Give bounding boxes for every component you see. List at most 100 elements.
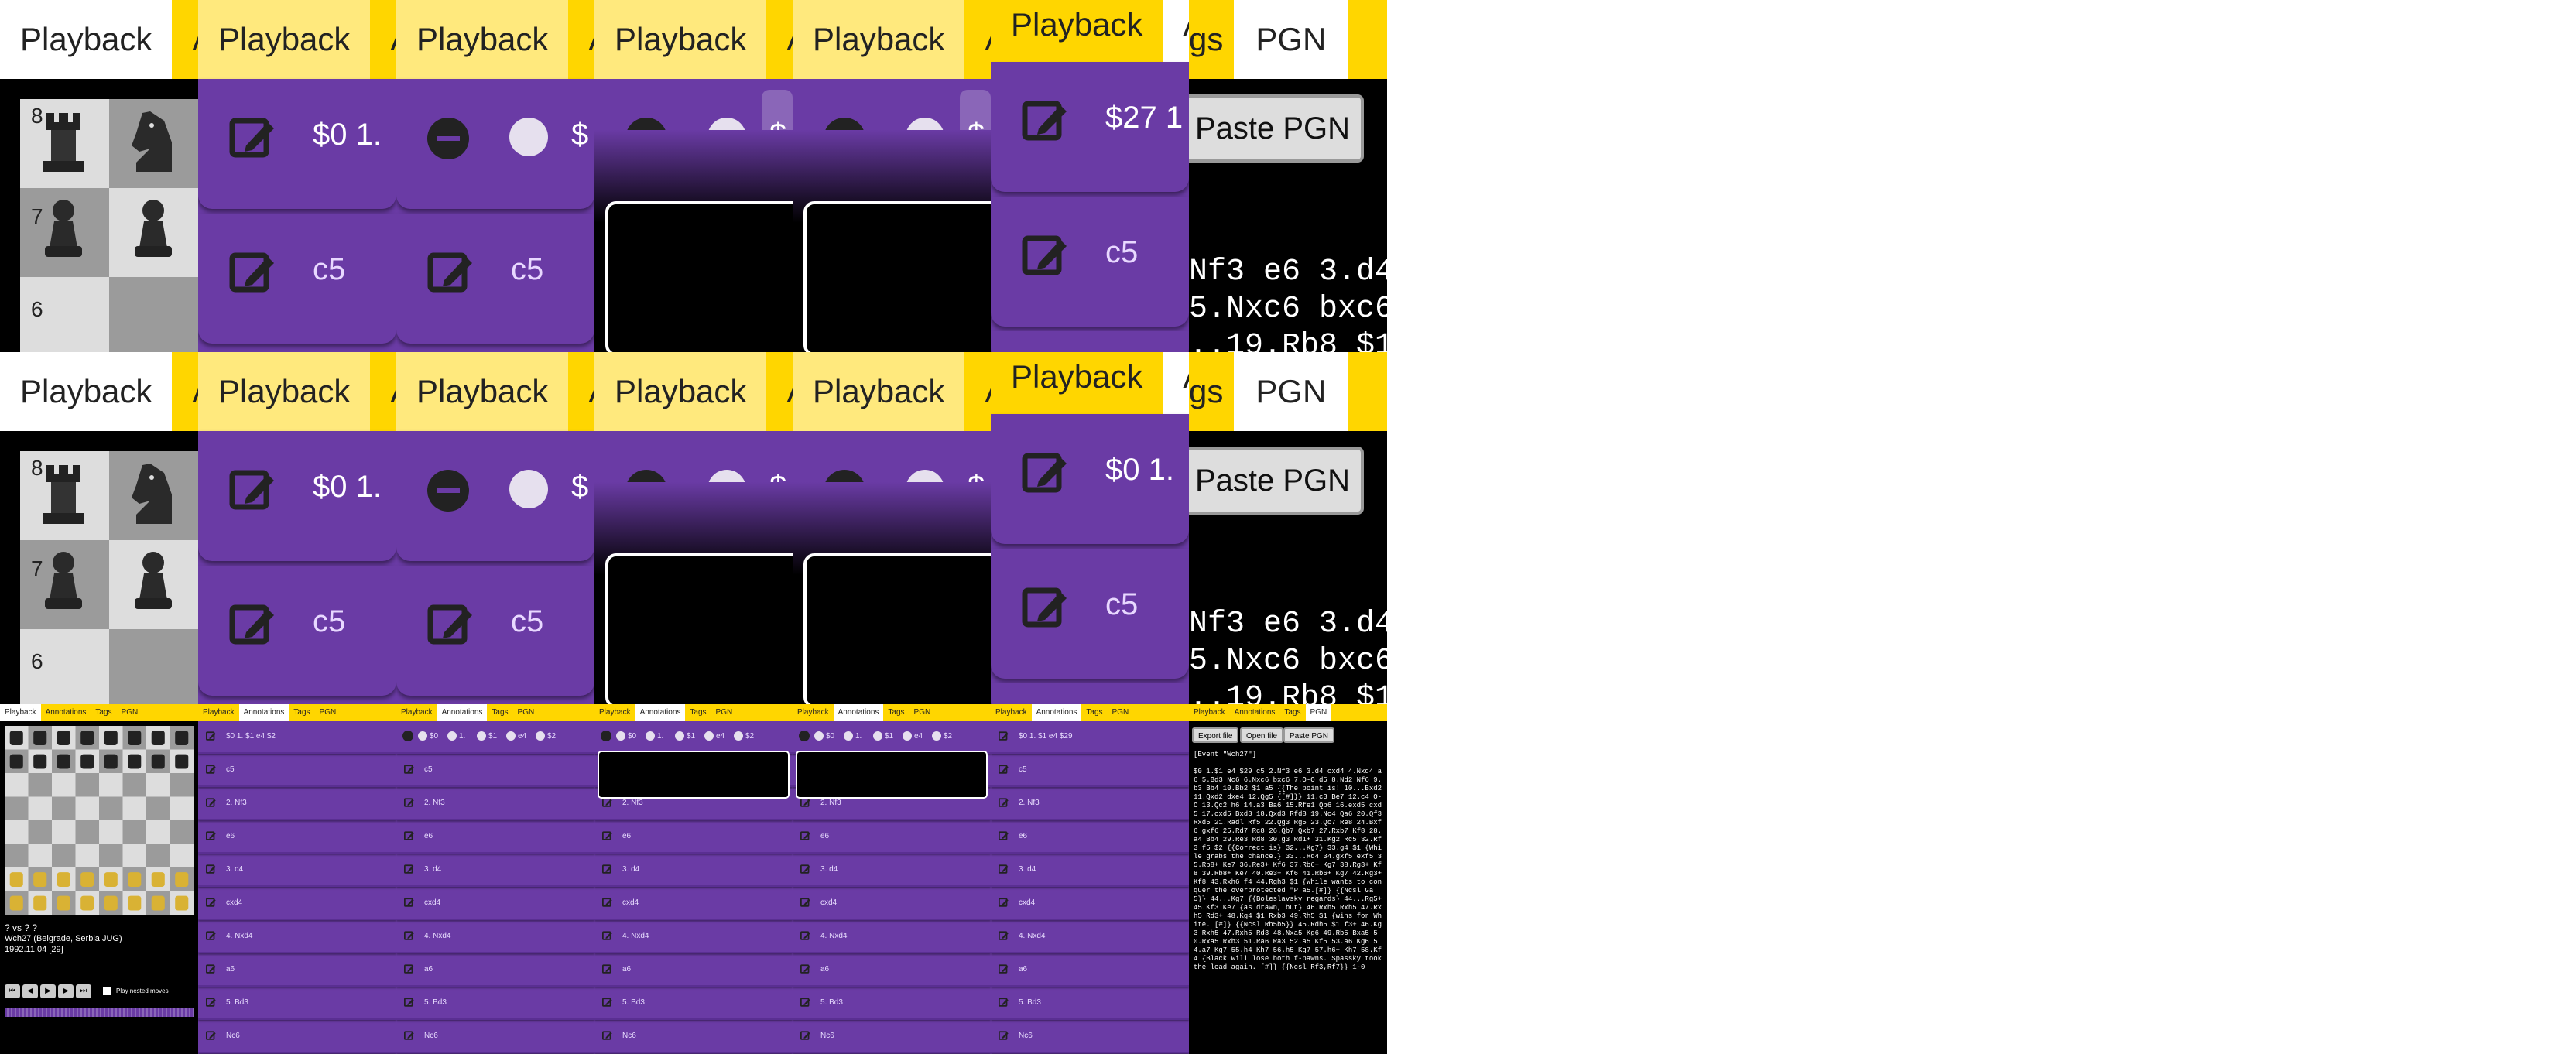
board-square[interactable]	[75, 773, 100, 797]
paste-pgn-button[interactable]: Paste PGN	[1189, 447, 1364, 515]
edit-icon[interactable]	[800, 997, 811, 1008]
first-move-icon[interactable]: ⏮	[5, 984, 20, 998]
edit-icon[interactable]	[206, 930, 217, 941]
next-move-icon[interactable]: ▶	[58, 984, 74, 998]
tab-annotations[interactable]: A	[1163, 352, 1189, 414]
board-square[interactable]	[170, 820, 194, 844]
tab-playback[interactable]: Playback	[594, 0, 767, 79]
annotation-row[interactable]: 3. d4	[594, 854, 793, 887]
edit-icon[interactable]	[404, 864, 415, 874]
tab-playback[interactable]: Playback	[396, 352, 569, 431]
edit-icon[interactable]	[206, 764, 217, 775]
board-square[interactable]	[99, 844, 123, 868]
board-square[interactable]	[146, 844, 170, 868]
chess-piece-icon[interactable]	[128, 731, 142, 746]
remove-icon[interactable]	[427, 118, 469, 159]
radio-knob[interactable]	[903, 731, 912, 741]
edit-icon[interactable]	[1022, 231, 1071, 280]
annotation-row[interactable]: 5. Bd3	[793, 987, 991, 1020]
radio-knob[interactable]	[616, 731, 625, 741]
edit-icon[interactable]	[800, 963, 811, 974]
edit-icon[interactable]	[404, 830, 415, 841]
board-square[interactable]	[146, 796, 170, 821]
annotation-row[interactable]: $0 1. $1 e4 $29	[991, 721, 1189, 754]
tab-playback[interactable]: Playback	[198, 704, 239, 721]
annotation-row[interactable]: cxd4	[991, 888, 1189, 920]
annotation-bar-row[interactable]: $	[396, 431, 594, 561]
tab-playback[interactable]: Playback	[198, 352, 371, 431]
paste-pgn-button[interactable]: Paste PGN	[1189, 94, 1364, 163]
edit-icon[interactable]	[206, 963, 217, 974]
tab-pgn[interactable]: PGN	[117, 704, 143, 721]
tab-tags[interactable]: gs	[1189, 0, 1234, 79]
chess-piece-icon[interactable]	[9, 731, 23, 746]
annotation-row[interactable]: 4. Nxd4	[793, 921, 991, 953]
board-square[interactable]	[5, 844, 29, 868]
chess-piece-icon[interactable]	[104, 754, 118, 769]
radio-knob[interactable]	[477, 731, 486, 741]
annotation-row[interactable]: e6	[594, 821, 793, 854]
annotation-dialog[interactable]	[803, 201, 991, 352]
tab-tags[interactable]: Tags	[883, 704, 909, 721]
annotation-row[interactable]: e6	[793, 821, 991, 854]
tab-playback[interactable]: Playback	[396, 704, 437, 721]
edit-icon[interactable]	[602, 864, 613, 874]
annotation-row[interactable]: c5	[396, 214, 594, 344]
board-square[interactable]	[52, 796, 76, 821]
annotation-row[interactable]: c5	[396, 566, 594, 696]
edit-icon[interactable]	[800, 897, 811, 908]
board-square[interactable]	[99, 773, 123, 797]
annotation-row[interactable]: cxd4	[396, 888, 594, 920]
edit-icon[interactable]	[602, 830, 613, 841]
tab-annotations[interactable]: Annotations	[41, 704, 91, 721]
chess-piece-icon[interactable]	[80, 872, 94, 888]
radio-knob[interactable]	[418, 731, 427, 741]
annotation-row[interactable]: e6	[198, 821, 396, 854]
annotation-row[interactable]: a6	[198, 954, 396, 987]
edit-icon[interactable]	[602, 1030, 613, 1041]
tab-playback[interactable]: Playback	[0, 352, 173, 431]
edit-icon[interactable]	[800, 797, 811, 808]
edit-icon[interactable]	[404, 1030, 415, 1041]
play-icon[interactable]: ▶	[40, 984, 56, 998]
edit-icon[interactable]	[229, 113, 279, 163]
tab-tags[interactable]: Tags	[685, 704, 711, 721]
edit-icon[interactable]	[206, 1030, 217, 1041]
annotation-row[interactable]: a6	[594, 954, 793, 987]
board-square[interactable]	[122, 844, 147, 868]
edit-icon[interactable]	[404, 764, 415, 775]
annotation-row[interactable]: a6	[793, 954, 991, 987]
radio-knob[interactable]	[844, 731, 853, 741]
edit-icon[interactable]	[404, 897, 415, 908]
annotation-row[interactable]: Nc6	[594, 1021, 793, 1053]
board-square[interactable]	[5, 820, 29, 844]
radio-knob[interactable]	[932, 731, 941, 741]
tab-playback[interactable]: Playback	[793, 704, 834, 721]
annotation-row[interactable]: 3. d4	[793, 854, 991, 887]
annotation-row[interactable]: 3. d4	[991, 854, 1189, 887]
radio-knob[interactable]	[509, 118, 548, 156]
annotation-row[interactable]: 2. Nf3	[991, 788, 1189, 820]
edit-icon[interactable]	[206, 797, 217, 808]
annotation-dialog[interactable]	[803, 553, 991, 704]
tab-pgn[interactable]: PGN	[513, 704, 540, 721]
board-square[interactable]	[99, 820, 123, 844]
edit-icon[interactable]	[602, 997, 613, 1008]
edit-icon[interactable]	[206, 897, 217, 908]
board-square[interactable]	[52, 820, 76, 844]
board-square[interactable]	[146, 773, 170, 797]
tab-tags[interactable]: Tags	[91, 704, 116, 721]
edit-icon[interactable]	[229, 248, 279, 297]
annotation-row[interactable]: a6	[396, 954, 594, 987]
annotation-row[interactable]: c5	[991, 549, 1189, 679]
tab-annotations[interactable]: Annotations	[437, 704, 488, 721]
chess-piece-icon[interactable]	[57, 731, 70, 746]
board-square[interactable]	[122, 820, 147, 844]
tab-annotations[interactable]: Annotations	[833, 704, 884, 721]
tab-playback[interactable]: Playback	[594, 352, 767, 431]
chess-piece-icon[interactable]	[128, 754, 142, 769]
previous-move-icon[interactable]: ◀	[22, 984, 38, 998]
move-timeline[interactable]	[5, 1008, 194, 1017]
tab-annotations[interactable]: Annotations	[238, 704, 289, 721]
tab-playback[interactable]: Playback	[991, 0, 1163, 62]
